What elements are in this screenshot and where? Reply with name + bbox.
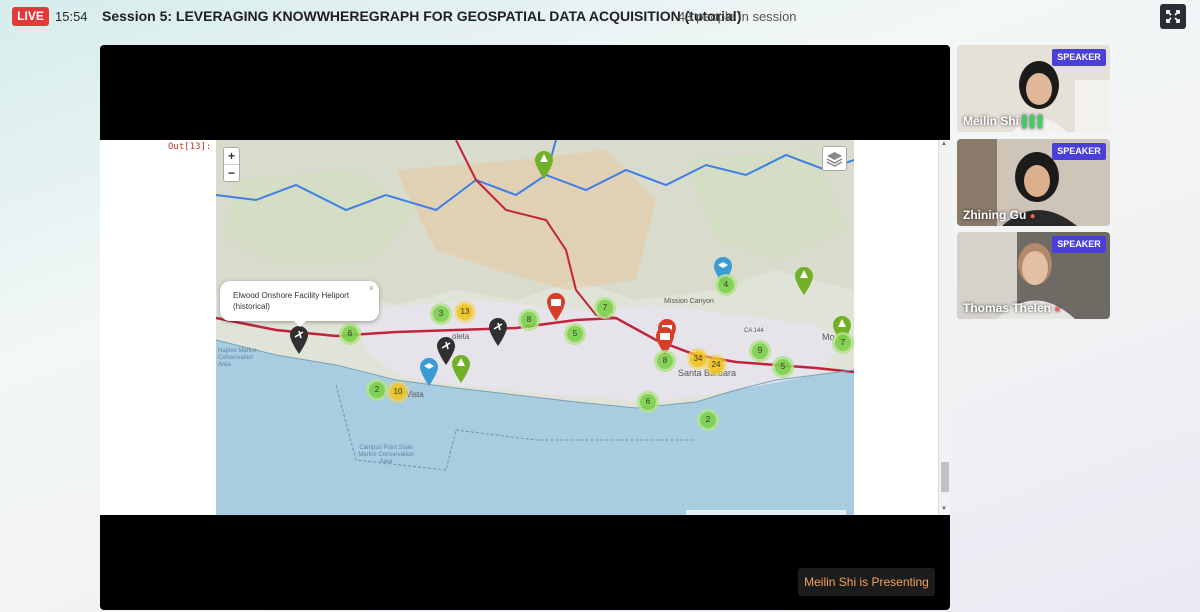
fullscreen-icon [1166,10,1180,23]
notebook-output-cell: Out[13]: Campus Point State Marine Conse… [100,140,950,515]
popup-text: Elwood Onshore Facility Heliport (histor… [233,291,350,311]
marker-cluster[interactable]: 10 [387,381,409,403]
place-label-ca144: CA 144 [744,328,764,334]
notebook-scrollbar[interactable]: ▲ ▼ [938,140,950,515]
marker-cluster[interactable]: 6 [339,323,361,345]
place-label-mission-canyon: Mission Canyon [664,298,714,305]
speaker-tile[interactable]: SPEAKER Meilin Shi ▌▌▌ [957,45,1110,132]
marker-cluster[interactable]: 8 [654,350,676,372]
cluster-count: 8 [657,353,673,369]
speaker-name: Thomas Thelen ● [963,301,1060,315]
speaker-name: Meilin Shi ▌▌▌ [963,114,1046,128]
marker-cluster[interactable]: 7 [832,332,854,354]
scroll-down-icon[interactable]: ▼ [941,506,947,512]
speaker-tile[interactable]: SPEAKER Zhining Gu ● [957,139,1110,226]
marker-cluster[interactable]: 3 [430,303,452,325]
scroll-up-icon[interactable]: ▲ [941,141,947,147]
marker-cluster[interactable]: 24 [705,354,727,376]
mic-muted-icon: ● [1054,304,1061,315]
speaker-tag: SPEAKER [1052,49,1106,66]
map-attribution [686,510,846,515]
cluster-count: 2 [369,382,385,398]
marker-cluster[interactable]: 2 [697,409,719,431]
live-badge: LIVE [12,7,49,26]
cluster-count: 5 [567,326,583,342]
marker-cluster[interactable]: 5 [564,323,586,345]
session-header: LIVE 15:54 Session 5: LEVERAGING KNOWWHE… [0,0,1200,34]
airport-marker-icon[interactable] [488,317,508,347]
scrollbar-thumb[interactable] [941,462,949,492]
cluster-count: 13 [457,304,473,320]
cluster-count: 24 [708,357,724,373]
marker-cluster[interactable]: 6 [637,391,659,413]
place-label-naples: Naples Marine Conservation Area [218,348,257,368]
hospital-marker-icon[interactable] [546,292,566,322]
marker-cluster[interactable]: 5 [772,356,794,378]
map-popup: Elwood Onshore Facility Heliport (histor… [220,281,379,327]
cluster-count: 10 [390,384,406,400]
cluster-count: 6 [640,394,656,410]
cluster-count: 8 [521,312,537,328]
cluster-count: 34 [690,351,706,367]
marker-cluster[interactable]: 4 [715,274,737,296]
speaker-name-text: Zhining Gu [963,208,1027,222]
audio-level-icon: ▌▌▌ [1022,116,1046,128]
marker-cluster[interactable]: 13 [454,301,476,323]
cluster-count: 9 [752,343,768,359]
cluster-count: 5 [775,359,791,375]
place-label-marine-area: Campus Point State Marine Conservation A… [358,445,414,465]
session-title: Session 5: LEVERAGING KNOWWHEREGRAPH FOR… [102,8,742,24]
fullscreen-button[interactable] [1160,4,1186,29]
layers-icon [826,152,843,167]
speaker-tag: SPEAKER [1052,236,1106,253]
marker-cluster[interactable]: 8 [518,309,540,331]
cluster-count: 4 [718,277,734,293]
session-clock: 15:54 [55,9,88,24]
popup-tip [294,321,306,327]
zoom-out-button[interactable]: − [224,165,239,182]
people-count[interactable]: 43 people in session [678,9,797,24]
out-label: Out[13]: [168,142,212,152]
marker-cluster[interactable]: 9 [749,340,771,362]
cluster-count: 3 [433,306,449,322]
park-marker-icon[interactable] [534,150,554,180]
park-marker-icon[interactable] [794,266,814,296]
airport-marker-icon[interactable] [436,336,456,366]
cluster-count: 7 [835,335,851,351]
layers-button[interactable] [822,146,847,171]
marker-cluster[interactable]: 7 [594,297,616,319]
speaker-name-text: Meilin Shi [963,114,1020,128]
speaker-name-text: Thomas Thelen [963,301,1052,315]
leaflet-map[interactable]: Campus Point State Marine Conservation A… [216,140,854,515]
popup-close-button[interactable]: × [369,283,374,294]
cluster-count: 6 [342,326,358,342]
zoom-control: + − [223,147,240,182]
marker-cluster[interactable]: 2 [366,379,388,401]
speaker-tile[interactable]: SPEAKER Thomas Thelen ● [957,232,1110,319]
mic-muted-icon: ● [1029,211,1036,222]
speaker-name: Zhining Gu ● [963,208,1036,222]
airport-marker-icon[interactable] [289,325,309,355]
screen-share: Out[13]: Campus Point State Marine Conse… [100,45,950,610]
cluster-count: 2 [700,412,716,428]
presenting-indicator: Meilin Shi is Presenting [798,568,935,596]
cluster-count: 7 [597,300,613,316]
zoom-in-button[interactable]: + [224,148,239,165]
speaker-tag: SPEAKER [1052,143,1106,160]
